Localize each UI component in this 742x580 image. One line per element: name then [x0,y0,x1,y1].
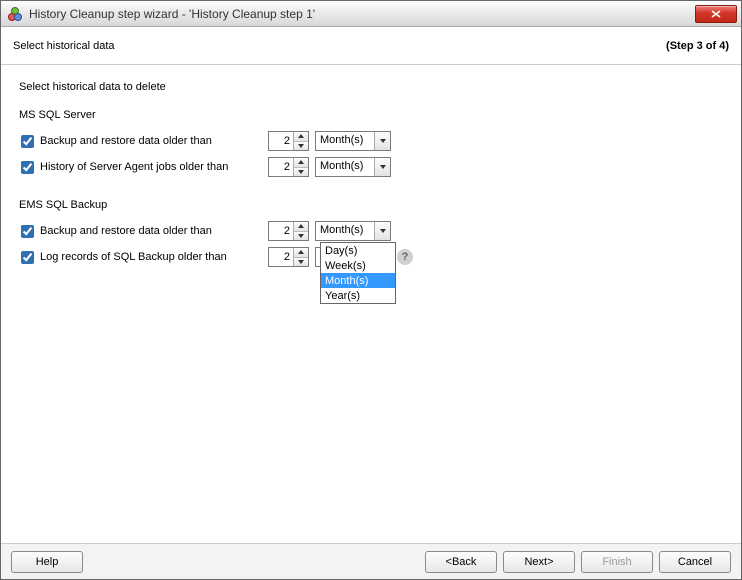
mssql-agent-label: History of Server Agent jobs older than [40,161,250,173]
mssql-backup-number-input[interactable] [269,132,293,150]
section-ems-title: EMS SQL Backup [19,199,723,211]
mssql-agent-row: History of Server Agent jobs older than … [19,155,723,179]
back-button[interactable]: <Back [425,551,497,573]
mssql-agent-number[interactable] [268,157,309,177]
mssql-backup-label: Backup and restore data older than [40,135,250,147]
spin-down-icon[interactable] [294,168,308,177]
close-icon [711,10,721,18]
ems-backup-unit-combo[interactable]: Month(s) [315,221,391,241]
step-indicator: (Step 3 of 4) [666,40,729,52]
window-title: History Cleanup step wizard - 'History C… [29,7,695,21]
ems-backup-number-input[interactable] [269,222,293,240]
combo-value: Month(s) [316,132,374,150]
ems-log-number[interactable] [268,247,309,267]
spin-up-icon[interactable] [294,248,308,258]
ems-log-checkbox[interactable] [21,251,34,264]
spin-up-icon[interactable] [294,132,308,142]
step-header: Select historical data (Step 3 of 4) [1,27,741,65]
section-mssql-title: MS SQL Server [19,109,723,121]
mssql-agent-number-input[interactable] [269,158,293,176]
mssql-backup-checkbox[interactable] [21,135,34,148]
mssql-agent-unit-combo[interactable]: Month(s) [315,157,391,177]
ems-backup-number[interactable] [268,221,309,241]
content-area: Select historical data to delete MS SQL … [1,65,741,543]
app-icon [7,6,23,22]
spin-up-icon[interactable] [294,158,308,168]
ems-backup-label: Backup and restore data older than [40,225,250,237]
mssql-backup-number[interactable] [268,131,309,151]
ems-log-number-input[interactable] [269,248,293,266]
help-icon[interactable]: ? [397,249,413,265]
step-header-title: Select historical data [13,40,666,52]
ems-backup-row: Backup and restore data older than Month… [19,219,723,243]
mssql-backup-unit-combo[interactable]: Month(s) [315,131,391,151]
spin-up-icon[interactable] [294,222,308,232]
chevron-down-icon[interactable] [374,132,390,150]
chevron-down-icon[interactable] [374,222,390,240]
close-button[interactable] [695,5,737,23]
footer: Help <Back Next> Finish Cancel [1,543,741,579]
help-button[interactable]: Help [11,551,83,573]
cancel-button[interactable]: Cancel [659,551,731,573]
mssql-backup-row: Backup and restore data older than Month… [19,129,723,153]
chevron-down-icon[interactable] [374,158,390,176]
finish-button: Finish [581,551,653,573]
dropdown-option-months[interactable]: Month(s) [321,273,395,288]
next-button[interactable]: Next> [503,551,575,573]
spin-down-icon[interactable] [294,142,308,151]
combo-value: Month(s) [316,158,374,176]
ems-backup-checkbox[interactable] [21,225,34,238]
spin-down-icon[interactable] [294,258,308,267]
mssql-agent-checkbox[interactable] [21,161,34,174]
titlebar: History Cleanup step wizard - 'History C… [1,1,741,27]
spin-down-icon[interactable] [294,232,308,241]
instruction-text: Select historical data to delete [19,81,723,93]
dropdown-option-years[interactable]: Year(s) [321,288,395,303]
ems-log-label: Log records of SQL Backup older than [40,251,250,263]
dropdown-option-weeks[interactable]: Week(s) [321,258,395,273]
unit-dropdown-list[interactable]: Day(s) Week(s) Month(s) Year(s) [320,242,396,304]
combo-value: Month(s) [316,222,374,240]
dropdown-option-days[interactable]: Day(s) [321,243,395,258]
